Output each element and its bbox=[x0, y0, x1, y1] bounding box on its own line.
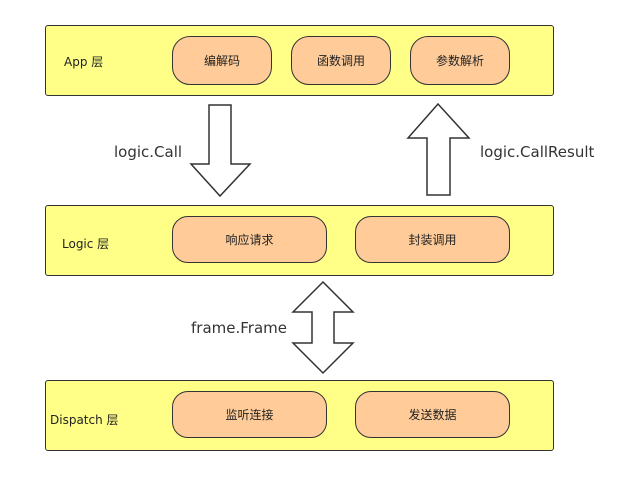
pill-codec: 编解码 bbox=[172, 36, 272, 85]
call-label: logic.Call bbox=[114, 143, 183, 161]
pill-listen-connection: 监听连接 bbox=[172, 391, 327, 438]
up-arrow-icon bbox=[406, 102, 471, 196]
logic-layer: Logic 层 响应请求 封装调用 bbox=[45, 205, 554, 276]
double-arrow-icon bbox=[291, 280, 355, 375]
pill-param-parse: 参数解析 bbox=[410, 36, 510, 85]
app-layer: App 层 编解码 函数调用 参数解析 bbox=[45, 25, 554, 96]
frame-label: frame.Frame bbox=[191, 319, 287, 337]
dispatch-layer: Dispatch 层 监听连接 发送数据 bbox=[45, 380, 554, 451]
pill-send-data: 发送数据 bbox=[355, 391, 510, 438]
app-layer-label: App 层 bbox=[64, 55, 104, 69]
dispatch-layer-label: Dispatch 层 bbox=[50, 413, 119, 427]
logic-layer-label: Logic 层 bbox=[62, 237, 110, 251]
call-result-label: logic.CallResult bbox=[480, 143, 595, 161]
pill-wrap-call: 封装调用 bbox=[355, 216, 510, 263]
down-arrow-icon bbox=[189, 104, 252, 198]
pill-respond-request: 响应请求 bbox=[172, 216, 327, 263]
pill-function-call: 函数调用 bbox=[291, 36, 391, 85]
